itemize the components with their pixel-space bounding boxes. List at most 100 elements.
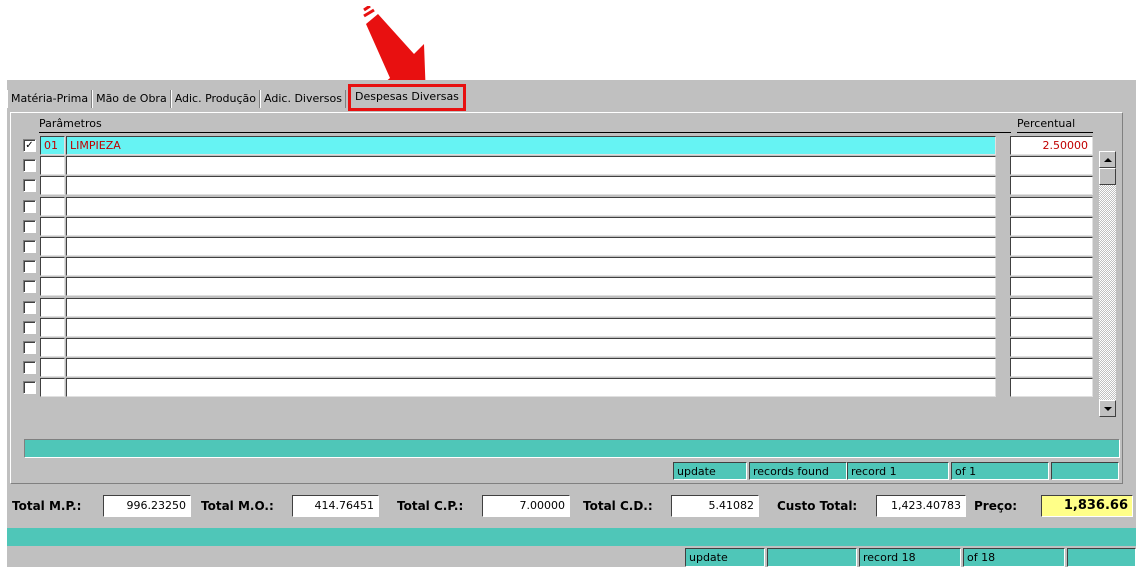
row-name-cell[interactable] [66,237,996,256]
preco-field[interactable]: 1,836.66 [1041,495,1133,517]
preco-label: Preço: [974,499,1018,513]
scroll-down-button[interactable] [1099,400,1116,417]
table-row[interactable] [23,176,1123,196]
row-checkbox[interactable] [23,199,36,213]
total-mp-field[interactable]: 996.23250 [103,495,191,517]
row-name-cell[interactable]: LIMPIEZA [66,136,996,155]
row-code-cell[interactable] [40,176,65,196]
row-percent-cell[interactable] [1010,317,1093,337]
row-name-cell[interactable] [66,156,996,176]
table-row[interactable] [23,237,1123,257]
table-row[interactable] [23,257,1123,277]
row-checkbox[interactable]: ✓ [23,139,36,152]
row-name-cell[interactable] [66,196,996,216]
tab-adic-producao[interactable]: Adic. Produção [170,90,261,108]
row-name-cell[interactable] [66,297,996,317]
bottom-status-bar: update record 18 of 18 [7,548,1136,567]
row-checkbox[interactable] [23,361,36,375]
bottom-status-extra [1067,548,1136,567]
scroll-up-button[interactable] [1099,151,1116,168]
tab-despesas-diversas[interactable]: Despesas Diversas [347,84,466,111]
row-checkbox[interactable] [23,300,36,314]
row-code-cell[interactable] [40,317,65,337]
row-code-cell[interactable] [40,297,65,317]
row-code-cell[interactable] [40,277,65,297]
row-name-cell[interactable] [66,277,996,297]
row-name-cell[interactable] [66,378,996,398]
table-row[interactable] [23,378,1123,398]
status-of: of 1 [951,462,1049,480]
row-percent-cell[interactable] [1010,358,1093,378]
arrow-up-icon [1103,157,1112,162]
row-code-cell[interactable] [40,196,65,216]
bottom-status-records [767,548,857,567]
row-percent-cell[interactable] [1010,277,1093,297]
custo-total-label: Custo Total: [777,499,858,513]
row-code-cell[interactable] [40,378,65,398]
table-row[interactable] [23,216,1123,237]
table-row[interactable] [23,338,1123,358]
row-percent-cell[interactable] [1010,237,1093,256]
row-percent-cell[interactable] [1010,156,1093,176]
tab-adic-diversos[interactable]: Adic. Diversos [260,90,346,108]
row-name-cell[interactable] [66,176,996,196]
row-name-cell[interactable] [66,216,996,236]
row-checkbox[interactable] [23,280,36,294]
row-code-cell[interactable] [40,237,65,256]
table-row[interactable] [23,297,1123,318]
total-cd-field[interactable]: 5.41082 [671,495,759,517]
status-records-found: records found [749,462,847,480]
table-row[interactable] [23,156,1123,176]
total-mp-label: Total M.P.: [12,499,82,513]
row-name-cell[interactable] [66,338,996,357]
row-checkbox[interactable] [23,219,36,233]
row-code-cell[interactable] [40,358,65,378]
row-code-cell[interactable] [40,216,65,236]
row-checkbox[interactable] [23,320,36,334]
application-window: Matéria-Prima Mão de Obra Adic. Produção… [7,80,1136,567]
scroll-thumb[interactable] [1099,168,1116,185]
status-mode: update [673,462,747,480]
row-checkbox[interactable] [23,179,36,193]
total-cd-label: Total C.D.: [583,499,653,513]
table-row[interactable] [23,196,1123,217]
row-name-cell[interactable] [66,358,996,378]
bottom-status-record: record 18 [859,548,961,567]
row-code-cell[interactable] [40,156,65,176]
table-row[interactable]: ✓ 01 LIMPIEZA 2.50000 [23,136,1123,156]
tab-mao-de-obra[interactable]: Mão de Obra [92,90,171,108]
row-checkbox[interactable] [23,260,36,274]
header-percentual: Percentual [1017,117,1076,130]
row-percent-cell[interactable] [1010,216,1093,236]
row-name-cell[interactable] [66,257,996,277]
row-code-cell[interactable]: 01 [40,136,65,155]
message-bar [24,439,1120,458]
despesas-panel: Parâmetros Percentual ✓ 01 LIMPIEZA 2.50000… [10,112,1123,484]
row-percent-cell[interactable] [1010,297,1093,317]
tab-bar: Matéria-Prima Mão de Obra Adic. Produção… [7,84,466,111]
header-divider [1017,132,1093,133]
total-mo-field[interactable]: 414.76451 [292,495,379,517]
row-percent-cell[interactable]: 2.50000 [1010,136,1093,155]
custo-total-field[interactable]: 1,423.40783 [876,495,966,517]
row-percent-cell[interactable] [1010,257,1093,277]
status-record: record 1 [847,462,949,480]
row-percent-cell[interactable] [1010,176,1093,196]
total-cp-field[interactable]: 7.00000 [482,495,570,517]
vertical-scrollbar[interactable] [1099,151,1116,417]
row-name-cell[interactable] [66,317,996,337]
row-code-cell[interactable] [40,257,65,277]
table-row[interactable] [23,277,1123,297]
table-row[interactable] [23,358,1123,378]
row-checkbox[interactable] [23,159,36,173]
row-percent-cell[interactable] [1010,196,1093,216]
row-checkbox[interactable] [23,240,36,253]
row-percent-cell[interactable] [1010,338,1093,357]
row-percent-cell[interactable] [1010,378,1093,398]
row-checkbox[interactable] [23,381,36,395]
total-mo-label: Total M.O.: [201,499,274,513]
table-row[interactable] [23,317,1123,338]
row-checkbox[interactable] [23,341,36,354]
tab-materia-prima[interactable]: Matéria-Prima [7,90,93,108]
row-code-cell[interactable] [40,338,65,357]
